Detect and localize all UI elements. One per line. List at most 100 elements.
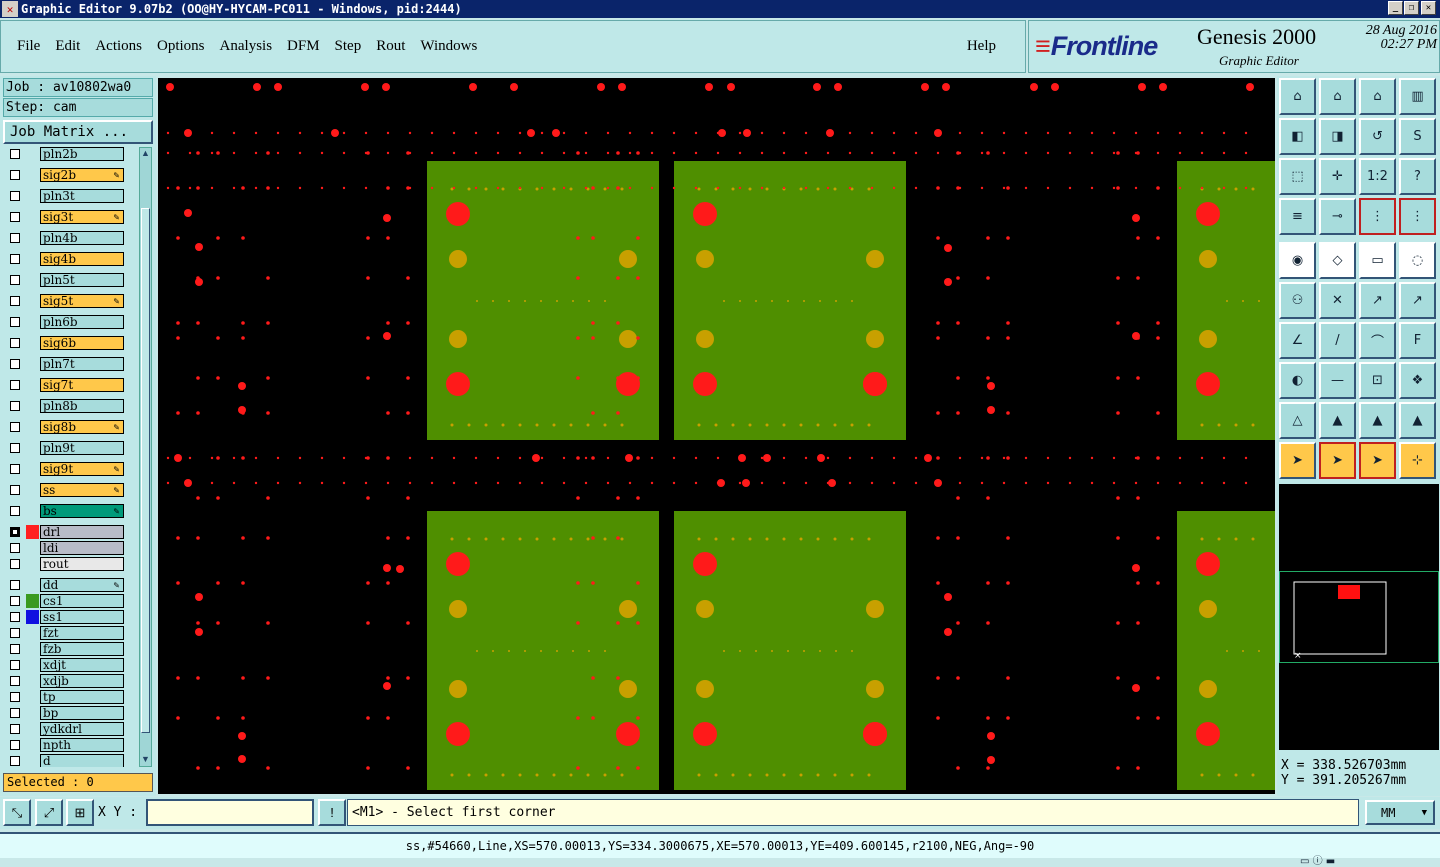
- menu-windows[interactable]: Windows: [420, 38, 477, 55]
- layer-row[interactable]: rout: [6, 557, 124, 571]
- layer-row[interactable]: d: [6, 754, 124, 767]
- layer-checkbox[interactable]: [10, 422, 20, 432]
- layer-checkbox[interactable]: [10, 756, 20, 766]
- layer-row[interactable]: pln7t: [6, 357, 124, 371]
- grid-button[interactable]: ⊞: [66, 799, 94, 826]
- menu-actions[interactable]: Actions: [95, 38, 142, 55]
- layer-row[interactable]: pln2b: [6, 147, 124, 161]
- layer-row[interactable]: tp: [6, 690, 124, 704]
- layer-name[interactable]: bp: [40, 706, 124, 720]
- layer-name[interactable]: sig7t: [40, 378, 124, 392]
- layer-name[interactable]: xdjb: [40, 674, 124, 688]
- layer-name[interactable]: sig5t ✎: [40, 294, 124, 308]
- zoom-back-button[interactable]: ↺: [1359, 118, 1396, 155]
- house-button[interactable]: ⌂: [1359, 78, 1396, 115]
- layer-name[interactable]: drl: [40, 525, 124, 539]
- layer-checkbox[interactable]: [10, 338, 20, 348]
- layer-checkbox[interactable]: [10, 464, 20, 474]
- layer-row[interactable]: xdjt: [6, 658, 124, 672]
- graphic-canvas[interactable]: [158, 78, 1275, 794]
- arc-button[interactable]: ⌒: [1359, 322, 1396, 359]
- layer-name[interactable]: pln4b: [40, 231, 124, 245]
- layer-checkbox[interactable]: [10, 708, 20, 718]
- layer-row[interactable]: sig9t ✎: [6, 462, 124, 476]
- layer-name[interactable]: npth: [40, 738, 124, 752]
- line-add-button[interactable]: ◇: [1319, 242, 1356, 279]
- layer-row[interactable]: pln4b: [6, 231, 124, 245]
- layer-row[interactable]: bp: [6, 706, 124, 720]
- layer-name[interactable]: xdjt: [40, 658, 124, 672]
- layer-row[interactable]: npth: [6, 738, 124, 752]
- layer-row[interactable]: sig2b ✎: [6, 168, 124, 182]
- layer-checkbox[interactable]: [10, 443, 20, 453]
- layer-row[interactable]: sig3t ✎: [6, 210, 124, 224]
- cut-button[interactable]: —: [1319, 362, 1356, 399]
- layer-name[interactable]: pln5t: [40, 273, 124, 287]
- fit-all-button[interactable]: ⬚: [1279, 158, 1316, 195]
- scroll-down-icon[interactable]: ▼: [140, 754, 151, 766]
- layer-checkbox[interactable]: [10, 317, 20, 327]
- layer-row[interactable]: pln9t: [6, 441, 124, 455]
- overview-window[interactable]: ×: [1279, 484, 1439, 750]
- home-view-button[interactable]: ⌂: [1279, 78, 1316, 115]
- layer-name[interactable]: ss ✎: [40, 483, 124, 497]
- pad-add-button[interactable]: ◉: [1279, 242, 1316, 279]
- layer-row[interactable]: ldi: [6, 541, 124, 555]
- layer-name[interactable]: cs1: [40, 594, 124, 608]
- menu-step[interactable]: Step: [335, 38, 362, 55]
- layer-checkbox[interactable]: [10, 149, 20, 159]
- menu-help[interactable]: Help: [967, 38, 996, 55]
- layer-name[interactable]: sig8b ✎: [40, 420, 124, 434]
- ruler-button[interactable]: ▭: [1359, 242, 1396, 279]
- snap-mode-button[interactable]: ⤡: [3, 799, 31, 826]
- layer-name[interactable]: pln6b: [40, 315, 124, 329]
- pointer-button[interactable]: ➤: [1279, 442, 1316, 479]
- select-button[interactable]: ➤: [1319, 442, 1356, 479]
- layer-checkbox[interactable]: [10, 296, 20, 306]
- layer-name[interactable]: dd ✎: [40, 578, 124, 592]
- layer-name[interactable]: pln7t: [40, 357, 124, 371]
- layer-row[interactable]: dd ✎: [6, 578, 124, 592]
- window-split-button[interactable]: ▥: [1399, 78, 1436, 115]
- layer-checkbox[interactable]: [10, 740, 20, 750]
- layer-checkbox[interactable]: [10, 612, 20, 622]
- alert-button[interactable]: !: [318, 799, 346, 826]
- move-button[interactable]: ↗: [1359, 282, 1396, 319]
- layer-checkbox[interactable]: [10, 628, 20, 638]
- net-select-button[interactable]: ⊹: [1399, 442, 1436, 479]
- shape-button[interactable]: ▲: [1319, 402, 1356, 439]
- connect-button[interactable]: ⚇: [1279, 282, 1316, 319]
- zoom-center-button[interactable]: ✛: [1319, 158, 1356, 195]
- layer-checkbox[interactable]: [10, 543, 20, 553]
- redraw-button[interactable]: S: [1399, 118, 1436, 155]
- scroll-thumb[interactable]: [141, 208, 150, 733]
- layer-scrollbar[interactable]: ▲ ▼: [139, 147, 152, 767]
- layer-compare-2-button[interactable]: ⋮: [1399, 198, 1436, 235]
- select-box-button[interactable]: ➤: [1359, 442, 1396, 479]
- layer-name[interactable]: ydkdrl: [40, 722, 124, 736]
- layer-checkbox[interactable]: [10, 233, 20, 243]
- layer-name[interactable]: sig4b: [40, 252, 124, 266]
- layer-checkbox[interactable]: [10, 191, 20, 201]
- layer-name[interactable]: pln2b: [40, 147, 124, 161]
- menu-analysis[interactable]: Analysis: [220, 38, 273, 55]
- contour-button[interactable]: ▲: [1399, 402, 1436, 439]
- angle-button[interactable]: ∠: [1279, 322, 1316, 359]
- layer-compare-button[interactable]: ⋮: [1359, 198, 1396, 235]
- query-button[interactable]: ?: [1399, 158, 1436, 195]
- layer-row[interactable]: sig8b ✎: [6, 420, 124, 434]
- layer-checkbox[interactable]: [10, 380, 20, 390]
- measure-button[interactable]: ≡: [1279, 198, 1316, 235]
- layer-row[interactable]: sig6b: [6, 336, 124, 350]
- layer-checkbox[interactable]: [10, 170, 20, 180]
- line-draw-button[interactable]: /: [1319, 322, 1356, 359]
- units-select[interactable]: MM ▼: [1365, 800, 1435, 825]
- layer-name[interactable]: sig9t ✎: [40, 462, 124, 476]
- text-button[interactable]: F: [1399, 322, 1436, 359]
- layer-name[interactable]: rout: [40, 557, 124, 571]
- layer-row[interactable]: sig7t: [6, 378, 124, 392]
- xy-input[interactable]: [146, 799, 314, 826]
- minimize-button[interactable]: _: [1388, 1, 1403, 15]
- dashed-circle-button[interactable]: ◌: [1399, 242, 1436, 279]
- snap-grid-button[interactable]: ⤢: [35, 799, 63, 826]
